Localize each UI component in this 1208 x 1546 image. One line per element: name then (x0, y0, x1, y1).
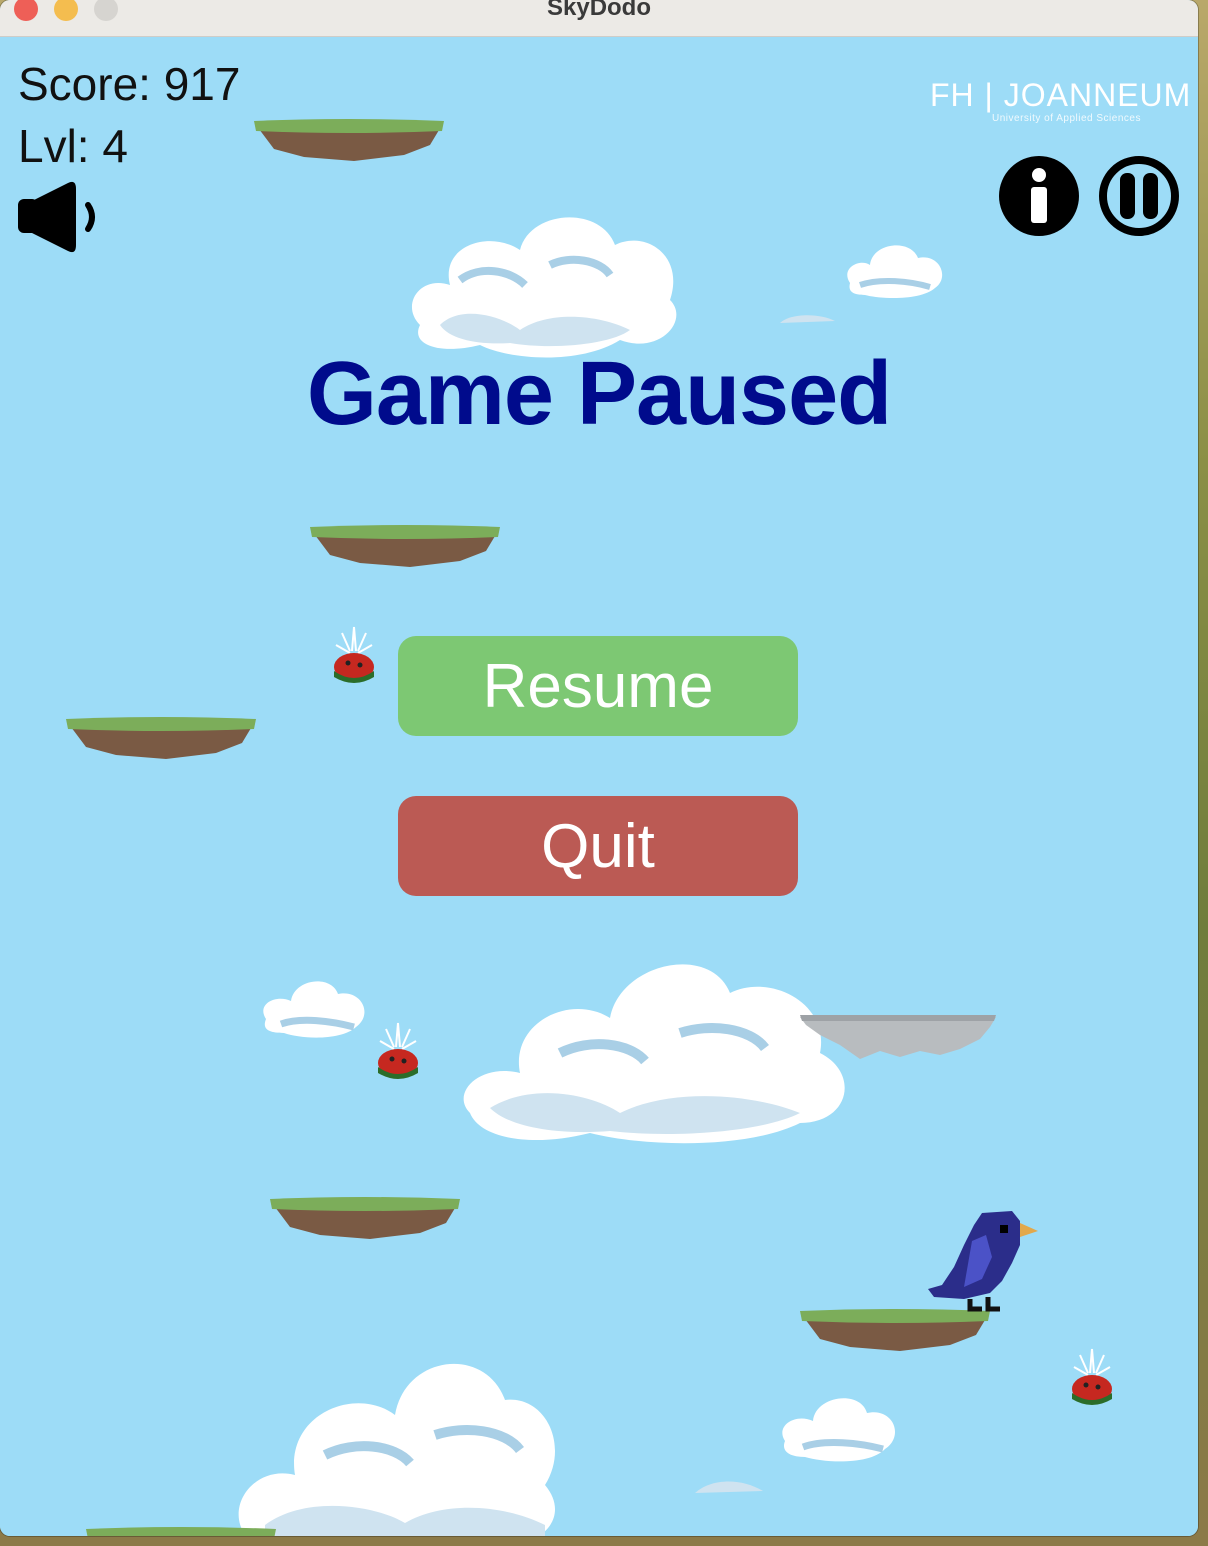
grass-platform (800, 1309, 990, 1351)
beetle-enemy (378, 1022, 418, 1079)
title-bar: SkyDodo (0, 0, 1198, 37)
game-paused-title: Game Paused (306, 344, 892, 444)
grass-platform (310, 525, 500, 567)
level-label: Lvl: 4 (18, 120, 128, 172)
cloud-large-bottom (238, 1363, 556, 1536)
info-icon[interactable] (998, 155, 1080, 237)
grass-platform (66, 717, 256, 759)
cloud-small-top-right (847, 245, 943, 299)
logo-main-text: FH | JOANNEUM (930, 77, 1192, 113)
cloud-small-bottom-right (782, 1398, 896, 1462)
cloud-platform (800, 1015, 996, 1059)
cloud-large-top (411, 217, 677, 358)
game-window: SkyDodo Score: 917 Lvl: 4 FH | JOANNEUM … (0, 0, 1198, 1536)
resume-button[interactable]: Resume (398, 636, 798, 736)
beetle-enemy (334, 626, 374, 683)
pause-icon[interactable] (1098, 155, 1180, 237)
cloud-medium-left (263, 981, 365, 1038)
grass-platform (254, 119, 444, 161)
grass-platform (86, 1527, 276, 1536)
score-label: Score: 917 (18, 58, 241, 110)
logo-sub-text: University of Applied Sciences (992, 113, 1141, 124)
grass-platform (270, 1197, 460, 1239)
quit-button[interactable]: Quit (398, 796, 798, 896)
window-title: SkyDodo (546, 0, 651, 21)
cloud-small-strip (780, 315, 835, 323)
beetle-enemy (1072, 1348, 1112, 1405)
fh-joanneum-logo: FH | JOANNEUM University of Applied Scie… (930, 77, 1190, 129)
game-canvas: Score: 917 Lvl: 4 FH | JOANNEUM Universi… (0, 37, 1198, 1536)
speaker-icon[interactable] (16, 181, 104, 253)
dodo-bird-player (928, 1211, 1038, 1312)
cloud-tiny-bottom (695, 1481, 763, 1493)
